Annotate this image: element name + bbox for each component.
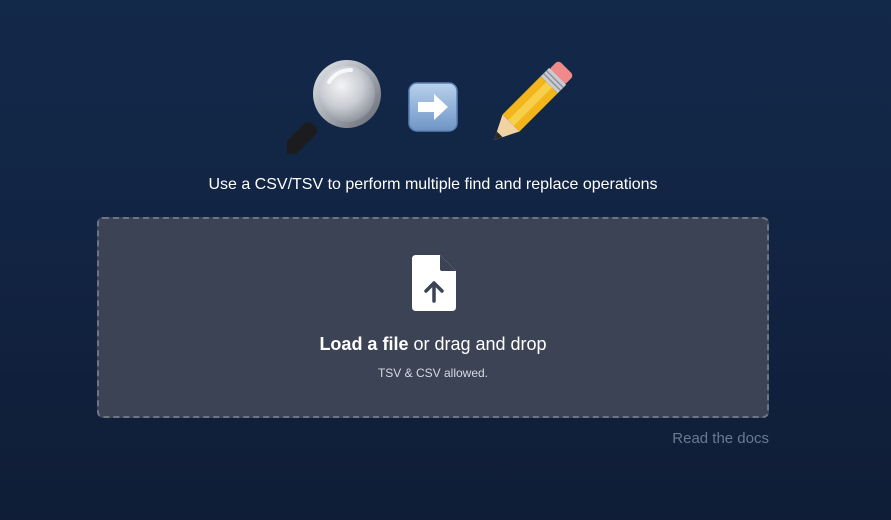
magnifying-glass-icon	[287, 60, 381, 154]
right-arrow-icon	[408, 82, 458, 132]
load-file-prompt: Load a file or drag and drop	[99, 334, 767, 355]
load-file-link[interactable]: Load a file	[319, 334, 408, 354]
hero-illustration	[0, 52, 891, 156]
page-subtitle: Use a CSV/TSV to perform multiple find a…	[208, 176, 658, 193]
file-dropzone[interactable]: Load a file or drag and drop TSV & CSV a…	[97, 217, 769, 418]
read-docs-link[interactable]: Read the docs	[672, 430, 769, 447]
file-upload-icon	[412, 255, 456, 311]
allowed-types-hint: TSV & CSV allowed.	[377, 366, 489, 380]
pencil-icon	[494, 61, 573, 140]
drag-drop-text: or drag and drop	[408, 334, 547, 354]
